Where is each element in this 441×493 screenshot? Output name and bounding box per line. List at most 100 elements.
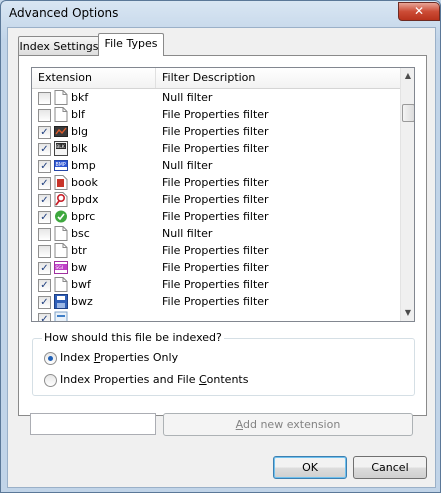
row-extension: blk	[71, 142, 88, 155]
index-method-legend: How should this file be indexed?	[42, 331, 224, 344]
list-row-bw[interactable]: ✓ SGI bw File Properties filter	[32, 259, 400, 276]
row-filter-description: File Properties filter	[162, 210, 269, 223]
row-filter-description: File Properties filter	[162, 193, 269, 206]
bwz-file-icon	[54, 294, 68, 309]
list-row-bprc[interactable]: ✓ bprc File Properties filter	[32, 208, 400, 225]
scroll-thumb[interactable]	[402, 104, 414, 122]
index-method-group: How should this file be indexed? Index P…	[32, 331, 415, 396]
blank-file-icon	[54, 243, 68, 258]
list-row-bsc[interactable]: bsc Null filter	[32, 225, 400, 242]
bprc-file-icon	[54, 209, 68, 224]
bmp-file-icon: BMP	[54, 158, 68, 173]
row-filter-description: File Properties filter	[162, 108, 269, 121]
row-filter-description: Null filter	[162, 159, 213, 172]
tab-file-types-label: File Types	[104, 37, 158, 50]
list-row-blf[interactable]: blf File Properties filter	[32, 106, 400, 123]
close-icon: ✕	[413, 4, 425, 18]
list-row-blk[interactable]: ✓ BLK blk File Properties filter	[32, 140, 400, 157]
generic-file-icon	[54, 311, 68, 321]
row-extension: bw	[71, 261, 87, 274]
row-filter-description: File Properties filter	[162, 295, 269, 308]
row-extension: btr	[71, 244, 87, 257]
list-row-bwf[interactable]: ✓ bwf File Properties filter	[32, 276, 400, 293]
row-filter-description: File Properties filter	[162, 278, 269, 291]
row-checkbox[interactable]: ✓	[38, 296, 51, 309]
blank-file-icon	[54, 107, 68, 122]
row-filter-description: File Properties filter	[162, 261, 269, 274]
file-types-panel: Extension Filter Description bkf Null fil…	[18, 55, 427, 416]
list-row-blg[interactable]: ✓ blg File Properties filter	[32, 123, 400, 140]
row-checkbox[interactable]	[38, 245, 51, 258]
add-new-extension-button[interactable]: Add new extension	[163, 413, 413, 436]
list-header: Extension Filter Description	[32, 68, 400, 89]
row-extension: bkf	[71, 91, 89, 104]
row-checkbox[interactable]: ✓	[38, 194, 51, 207]
list-scrollbar[interactable]: ▲ ▼	[400, 68, 414, 321]
index-properties-and-contents-radio[interactable]	[44, 374, 57, 387]
tab-index-settings-label: Index Settings	[19, 40, 99, 53]
blank-file-icon	[54, 277, 68, 292]
dialog-client: Index Settings File Types Extension Filt…	[7, 27, 436, 488]
cancel-button[interactable]: Cancel	[353, 456, 427, 479]
list-row-book[interactable]: ✓ book File Properties filter	[32, 174, 400, 191]
blk-file-icon: BLK	[54, 141, 68, 156]
close-button[interactable]: ✕	[398, 2, 440, 21]
ok-button[interactable]: OK	[273, 456, 347, 479]
row-checkbox[interactable]	[38, 109, 51, 122]
row-checkbox[interactable]: ✓	[38, 143, 51, 156]
list-row-btr[interactable]: btr File Properties filter	[32, 242, 400, 259]
row-extension: blf	[71, 108, 85, 121]
row-filter-description: File Properties filter	[162, 125, 269, 138]
row-filter-description: File Properties filter	[162, 244, 269, 257]
scroll-down-arrow-icon[interactable]: ▼	[401, 305, 414, 321]
row-checkbox[interactable]: ✓	[38, 177, 51, 190]
row-extension: bprc	[71, 210, 96, 223]
scroll-up-arrow-icon[interactable]: ▲	[401, 68, 414, 84]
svg-text:BMP: BMP	[56, 162, 66, 168]
svg-text:BLK: BLK	[56, 144, 66, 150]
row-extension: bwz	[71, 295, 93, 308]
tab-file-types[interactable]: File Types	[98, 33, 164, 56]
bw-file-icon: SGI	[54, 260, 68, 275]
row-checkbox[interactable]: ✓	[38, 313, 51, 321]
row-extension: bsc	[71, 227, 90, 240]
row-extension: bpdx	[71, 193, 99, 206]
window-title: Advanced Options	[9, 6, 119, 20]
row-checkbox[interactable]: ✓	[38, 279, 51, 292]
row-checkbox[interactable]: ✓	[38, 126, 51, 139]
row-extension: bwf	[71, 278, 91, 291]
row-extension: bmp	[71, 159, 96, 172]
title-bar[interactable]: Advanced Options ✕	[1, 1, 440, 27]
list-row-bwz[interactable]: ✓ bwz File Properties filter	[32, 293, 400, 310]
tab-index-settings[interactable]: Index Settings	[18, 36, 100, 56]
blg-file-icon	[54, 124, 68, 139]
bpdx-file-icon	[54, 192, 68, 207]
row-checkbox[interactable]	[38, 228, 51, 241]
list-row-bkf[interactable]: bkf Null filter	[32, 89, 400, 106]
row-checkbox[interactable]: ✓	[38, 160, 51, 173]
row-extension: blg	[71, 125, 89, 138]
row-checkbox[interactable]	[38, 92, 51, 105]
list-row-bmp[interactable]: ✓ BMP bmp Null filter	[32, 157, 400, 174]
blank-file-icon	[54, 226, 68, 241]
new-extension-input[interactable]	[30, 413, 156, 435]
index-properties-only-radio[interactable]	[44, 352, 57, 365]
svg-text:SGI: SGI	[55, 265, 63, 271]
row-extension: book	[71, 176, 98, 189]
column-header-filter-description[interactable]: Filter Description	[156, 68, 406, 88]
list-rows: bkf Null filter blf File Properties filter ✓…	[32, 89, 400, 321]
row-checkbox[interactable]: ✓	[38, 262, 51, 275]
row-checkbox[interactable]: ✓	[38, 211, 51, 224]
row-filter-description: File Properties filter	[162, 176, 269, 189]
book-file-icon	[54, 175, 68, 190]
list-row-bpdx[interactable]: ✓ bpdx File Properties filter	[32, 191, 400, 208]
index-properties-only-label[interactable]: Index Properties Only	[60, 351, 178, 365]
advanced-options-window: Advanced Options ✕ Index Settings File T…	[0, 0, 441, 493]
file-types-list[interactable]: Extension Filter Description bkf Null fil…	[31, 67, 415, 322]
blank-file-icon	[54, 90, 68, 105]
list-row-partial[interactable]: ✓	[32, 310, 400, 321]
row-filter-description: File Properties filter	[162, 142, 269, 155]
index-properties-and-contents-label[interactable]: Index Properties and File Contents	[60, 373, 248, 387]
row-filter-description: Null filter	[162, 91, 213, 104]
column-header-extension[interactable]: Extension	[32, 68, 156, 88]
